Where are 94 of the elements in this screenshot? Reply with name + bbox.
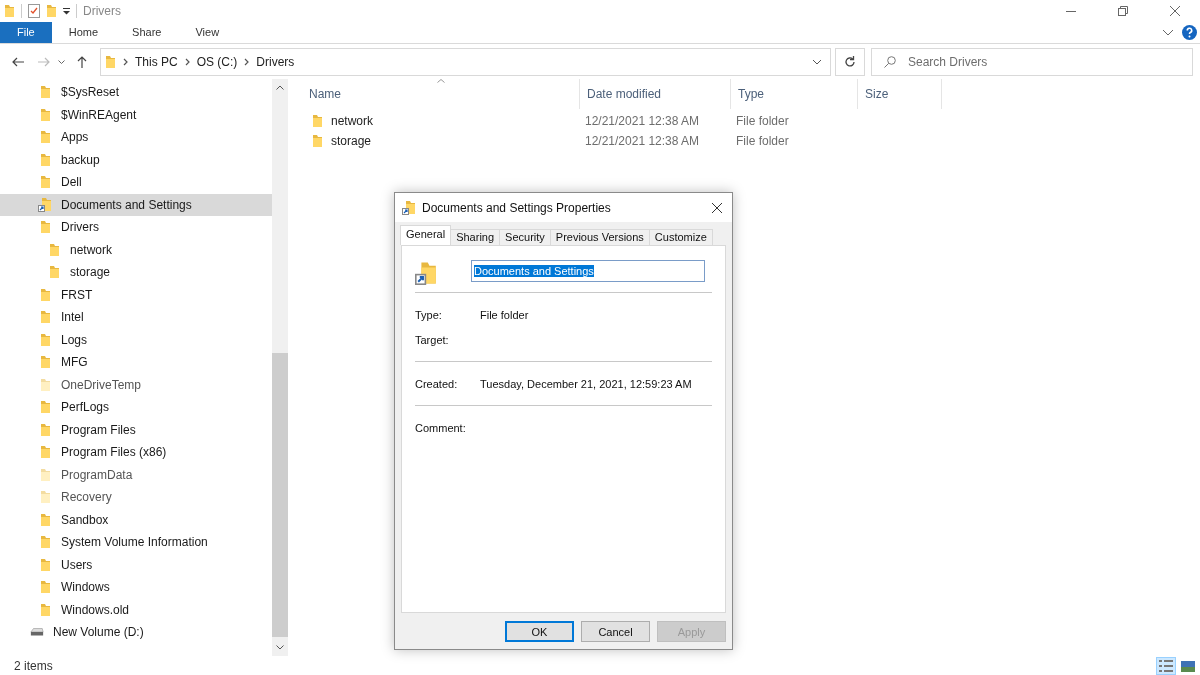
column-header[interactable]: Type [731,79,858,109]
field-label: Created: [415,377,459,390]
file-name[interactable]: network [331,114,374,128]
sidebar-item[interactable]: Apps [0,126,272,149]
picture-icon [1181,660,1195,672]
sidebar-item[interactable]: Dell [0,171,272,194]
scrollbar[interactable] [272,79,288,656]
chevron-right-icon[interactable] [123,58,128,66]
sidebar-item[interactable]: System Volume Information [0,531,272,554]
sidebar-item[interactable]: Program Files [0,418,272,441]
refresh-icon [844,56,856,68]
file-name[interactable]: storage [331,134,372,148]
ribbon-tab[interactable]: Share [115,22,179,43]
dialog-button[interactable]: Cancel [581,621,650,642]
search-icon [884,56,896,68]
field-label: Type: [415,308,443,321]
chevron-right-icon[interactable] [184,58,190,66]
back-arrow-icon[interactable] [12,57,24,67]
restore-icon[interactable] [1118,6,1128,16]
chevron-down-icon[interactable] [58,60,65,64]
chevron-right-icon[interactable] [244,58,250,66]
chevron-up-icon[interactable] [276,85,284,90]
date-modified-cell-text: 12/21/2021 12:38 AM [584,114,701,128]
sidebar-item[interactable]: backup [0,148,272,171]
sidebar-item[interactable]: storage [0,261,272,284]
dialog-title: Documents and Settings Properties [422,200,611,215]
sidebar-item[interactable]: $WinREAgent [0,103,272,126]
item-count: 2 items [14,659,53,673]
sidebar-item[interactable]: MFG [0,351,272,374]
folder-icon [105,55,116,69]
properties-icon[interactable] [28,4,40,18]
folder-icon [312,114,323,128]
sidebar-item[interactable]: Windows [0,576,272,599]
sidebar-item[interactable]: Logs [0,328,272,351]
new-folder-icon [46,4,57,18]
scrollbar-thumb[interactable] [272,353,288,637]
window-title: Drivers [83,4,121,18]
type-cell-text: File folder [735,134,790,148]
sidebar-item[interactable]: ProgramData [0,463,272,486]
sidebar-item[interactable]: $SysReset [0,81,272,104]
sidebar-item[interactable]: Users [0,553,272,576]
chevron-down-icon[interactable] [1162,29,1174,36]
sidebar-item[interactable]: Documents and Settings [0,193,272,216]
sidebar-item[interactable]: Intel [0,306,272,329]
dialog-tab[interactable]: Customize [648,229,713,245]
search-placeholder: Search Drivers [908,55,988,69]
folder-shortcut-icon [402,199,416,216]
dialog-button[interactable]: OK [505,621,574,642]
sidebar-item[interactable]: network [0,238,272,261]
chevron-down-icon[interactable] [812,59,822,65]
field-value: Tuesday, December 21, 2021, 12:59:23 AM [480,377,692,390]
ribbon-tab[interactable]: View [178,22,237,43]
sidebar-item[interactable]: FRST [0,283,272,306]
dialog-tab[interactable]: General [400,225,452,245]
name-field[interactable]: Documents and Settings [471,260,705,282]
sidebar-item[interactable]: Windows.old [0,598,272,621]
close-icon[interactable] [712,202,722,213]
up-arrow-icon[interactable] [77,56,87,68]
sidebar-item[interactable]: Sandbox [0,508,272,531]
minimize-icon[interactable] [1066,10,1076,12]
folder-icon [312,134,323,148]
dialog-tab[interactable]: Sharing [450,229,501,245]
address-bar[interactable]: This PC OS (C:) Drivers [100,48,831,76]
search-field[interactable]: Search Drivers [871,48,1193,76]
column-header[interactable]: Size [858,79,942,109]
field-value: File folder [480,308,529,321]
ribbon-tab[interactable]: Home [51,22,116,43]
breadcrumb-item[interactable]: This PC [135,55,178,69]
details-view-button[interactable] [1156,657,1176,675]
date-modified-cell-text: 12/21/2021 12:38 AM [584,134,701,148]
name-field-text: Documents and Settings [474,265,594,277]
chevron-down-icon[interactable] [276,645,284,650]
help-icon[interactable] [1182,25,1197,40]
close-icon[interactable] [1170,6,1180,16]
details-view-icon [1159,660,1173,672]
dropdown-icon[interactable] [63,7,70,15]
type-cell-text: File folder [735,114,790,128]
ribbon-tab[interactable]: File [0,22,52,43]
folder-icon [4,4,15,18]
field-label: Target: [415,333,450,346]
breadcrumb-item[interactable]: Drivers [256,55,295,69]
sidebar-item[interactable]: Program Files (x86) [0,441,272,464]
field-label: Comment: [415,421,467,434]
sidebar-item[interactable]: OneDriveTemp [0,373,272,396]
sidebar-item[interactable]: PerfLogs [0,396,272,419]
refresh-button[interactable] [835,48,865,76]
sidebar-item[interactable]: Recovery [0,486,272,509]
sidebar-item[interactable]: New Volume (D:) [0,621,272,644]
folder-shortcut-icon [415,261,438,287]
column-header[interactable]: Name [302,79,580,109]
breadcrumb-item[interactable]: OS (C:) [196,55,238,69]
column-header[interactable]: Date modified [580,79,731,109]
dialog-tab[interactable]: Security [499,229,551,245]
sidebar-item[interactable]: Drivers [0,216,272,239]
